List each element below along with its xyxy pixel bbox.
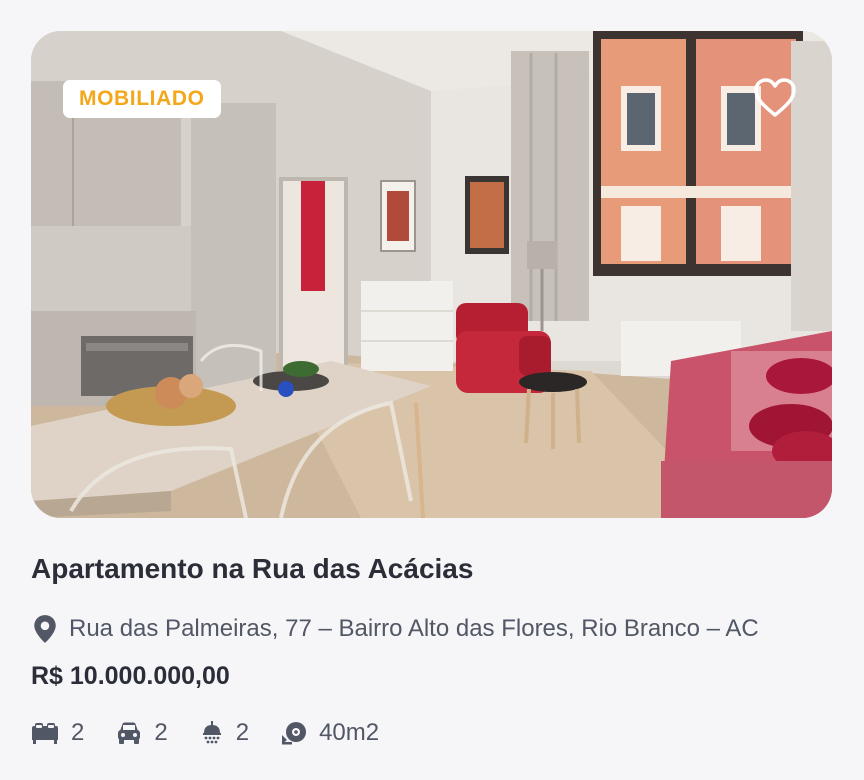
bedrooms-count: 2 xyxy=(71,719,85,746)
property-features: 2 2 2 40m2 xyxy=(31,714,411,752)
address-text: Rua das Palmeiras, 77 – Bairro Alto das … xyxy=(69,615,759,642)
property-title[interactable]: Apartamento na Rua das Acácias xyxy=(31,553,473,585)
heart-outline-icon[interactable] xyxy=(752,77,798,119)
bed-icon xyxy=(32,723,58,744)
feature-bedrooms: 2 xyxy=(31,719,84,747)
shower-icon xyxy=(202,721,221,744)
favorite-button[interactable] xyxy=(752,77,798,119)
property-card[interactable]: MOBILIADO Apartamento na Rua das Acácias… xyxy=(0,0,864,780)
car-icon xyxy=(118,722,141,744)
property-address: Rua das Palmeiras, 77 – Bairro Alto das … xyxy=(31,611,836,647)
furnished-badge: MOBILIADO xyxy=(63,80,221,118)
map-pin-icon xyxy=(34,615,56,643)
feature-parking: 2 xyxy=(116,719,168,747)
property-price: R$ 10.000.000,00 xyxy=(31,662,230,690)
parking-count: 2 xyxy=(154,719,168,746)
area-value: 40m2 xyxy=(319,719,380,746)
area-icon xyxy=(282,722,307,745)
feature-bathrooms: 2 xyxy=(200,719,249,747)
feature-area: 40m2 xyxy=(281,719,379,747)
bathrooms-count: 2 xyxy=(235,719,250,746)
